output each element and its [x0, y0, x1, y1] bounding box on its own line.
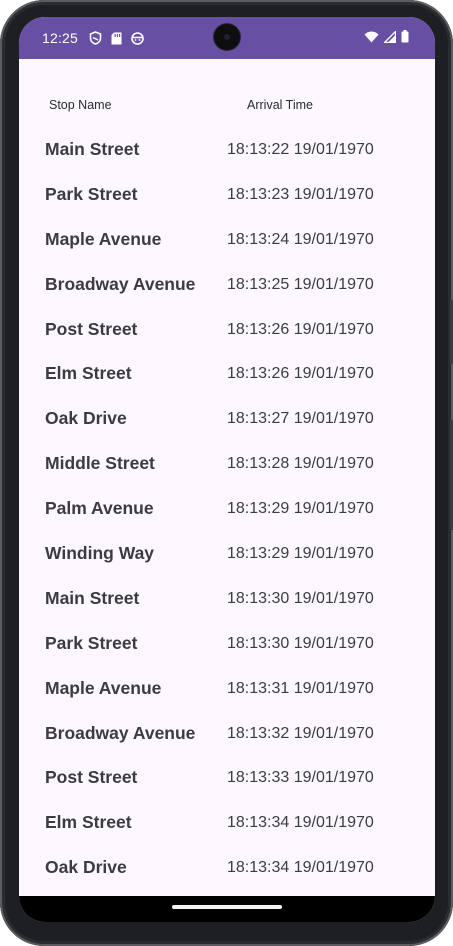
arrival-time: 18:13:29 19/01/1970 — [227, 545, 374, 563]
list-item[interactable]: Oak Drive 18:13:34 19/01/1970 — [19, 857, 435, 896]
stop-name: Palm Avenue — [45, 498, 154, 519]
stop-name: Post Street — [45, 318, 138, 339]
status-bar: 12:25 — [19, 17, 435, 59]
arrival-time: 18:13:27 19/01/1970 — [227, 410, 374, 428]
list-item[interactable]: Main Street 18:13:22 19/01/1970 — [19, 139, 435, 184]
status-time: 12:25 — [42, 30, 79, 46]
list-item[interactable]: Maple Avenue 18:13:31 19/01/1970 — [19, 678, 435, 723]
stop-name: Winding Way — [45, 543, 155, 564]
wifi-icon — [364, 30, 379, 48]
stop-list-page: Stop Name Arrival Time Main Street 18:13:… — [19, 59, 435, 896]
arrival-time: 18:13:31 19/01/1970 — [227, 679, 374, 697]
list-item[interactable]: Oak Drive 18:13:27 19/01/1970 — [19, 408, 435, 453]
header-stop-name: Stop Name — [49, 98, 112, 112]
stop-name: Maple Avenue — [45, 228, 162, 249]
list-item[interactable]: Park Street 18:13:30 19/01/1970 — [19, 633, 435, 678]
list-item[interactable]: Post Street 18:13:26 19/01/1970 — [19, 319, 435, 364]
phone-frame: 12:25 Stop Name Arrival Time Main Street… — [0, 0, 453, 946]
stop-name: Post Street — [45, 767, 138, 788]
list-item[interactable]: Middle Street 18:13:28 19/01/1970 — [19, 453, 435, 498]
screen: 12:25 Stop Name Arrival Time Main Street… — [19, 17, 435, 922]
battery-icon — [401, 30, 409, 48]
arrival-time: 18:13:23 19/01/1970 — [227, 185, 374, 203]
stop-name: Middle Street — [45, 453, 155, 474]
arrival-time: 18:13:33 19/01/1970 — [227, 769, 374, 787]
list-item[interactable]: Winding Way 18:13:29 19/01/1970 — [19, 543, 435, 588]
stop-name: Elm Street — [45, 363, 132, 384]
list-item[interactable]: Palm Avenue 18:13:29 19/01/1970 — [19, 498, 435, 543]
arrival-time: 18:13:26 19/01/1970 — [227, 365, 374, 383]
face-icon — [131, 31, 144, 50]
arrival-time: 18:13:24 19/01/1970 — [227, 230, 374, 248]
shield-icon — [89, 31, 102, 50]
list-item[interactable]: Broadway Avenue 18:13:25 19/01/1970 — [19, 274, 435, 319]
stop-name: Broadway Avenue — [45, 722, 196, 743]
arrival-time: 18:13:22 19/01/1970 — [227, 141, 374, 158]
list-item[interactable]: Park Street 18:13:23 19/01/1970 — [19, 184, 435, 229]
stop-name: Broadway Avenue — [45, 273, 196, 294]
stop-name: Elm Street — [45, 812, 132, 833]
list-item[interactable]: Main Street 18:13:30 19/01/1970 — [19, 588, 435, 633]
arrival-time: 18:13:34 19/01/1970 — [227, 814, 374, 832]
arrival-time: 18:13:32 19/01/1970 — [227, 724, 374, 742]
stop-name: Park Street — [45, 183, 138, 204]
signal-icon — [382, 29, 397, 48]
front-camera — [214, 24, 240, 50]
list-item[interactable]: Broadway Avenue 18:13:32 19/01/1970 — [19, 723, 435, 768]
arrival-time: 18:13:26 19/01/1970 — [227, 320, 374, 338]
stop-name: Main Street — [45, 587, 140, 608]
arrival-time: 18:13:28 19/01/1970 — [227, 455, 374, 473]
status-icons-left — [89, 31, 144, 50]
list-item[interactable]: Elm Street 18:13:34 19/01/1970 — [19, 812, 435, 857]
stop-name: Park Street — [45, 632, 138, 653]
list-item[interactable]: Elm Street 18:13:26 19/01/1970 — [19, 363, 435, 408]
stop-list: Main Street 18:13:22 19/01/1970 Park Stree… — [19, 139, 435, 896]
list-item[interactable]: Post Street 18:13:33 19/01/1970 — [19, 767, 435, 812]
stop-name: Oak Drive — [45, 857, 127, 878]
navigation-bar — [19, 896, 435, 922]
stop-name: Main Street — [45, 139, 140, 159]
arrival-time: 18:13:29 19/01/1970 — [227, 500, 374, 518]
stop-name: Maple Avenue — [45, 677, 162, 698]
header-arrival-time: Arrival Time — [247, 98, 313, 112]
home-gesture-handle[interactable] — [172, 905, 282, 909]
list-item[interactable]: Maple Avenue 18:13:24 19/01/1970 — [19, 229, 435, 274]
arrival-time: 18:13:25 19/01/1970 — [227, 275, 374, 293]
sd-card-icon — [111, 32, 122, 50]
stop-name: Oak Drive — [45, 408, 127, 429]
arrival-time: 18:13:30 19/01/1970 — [227, 634, 374, 652]
arrival-time: 18:13:34 19/01/1970 — [227, 859, 374, 877]
arrival-time: 18:13:30 19/01/1970 — [227, 589, 374, 607]
status-icons-right — [364, 29, 409, 48]
